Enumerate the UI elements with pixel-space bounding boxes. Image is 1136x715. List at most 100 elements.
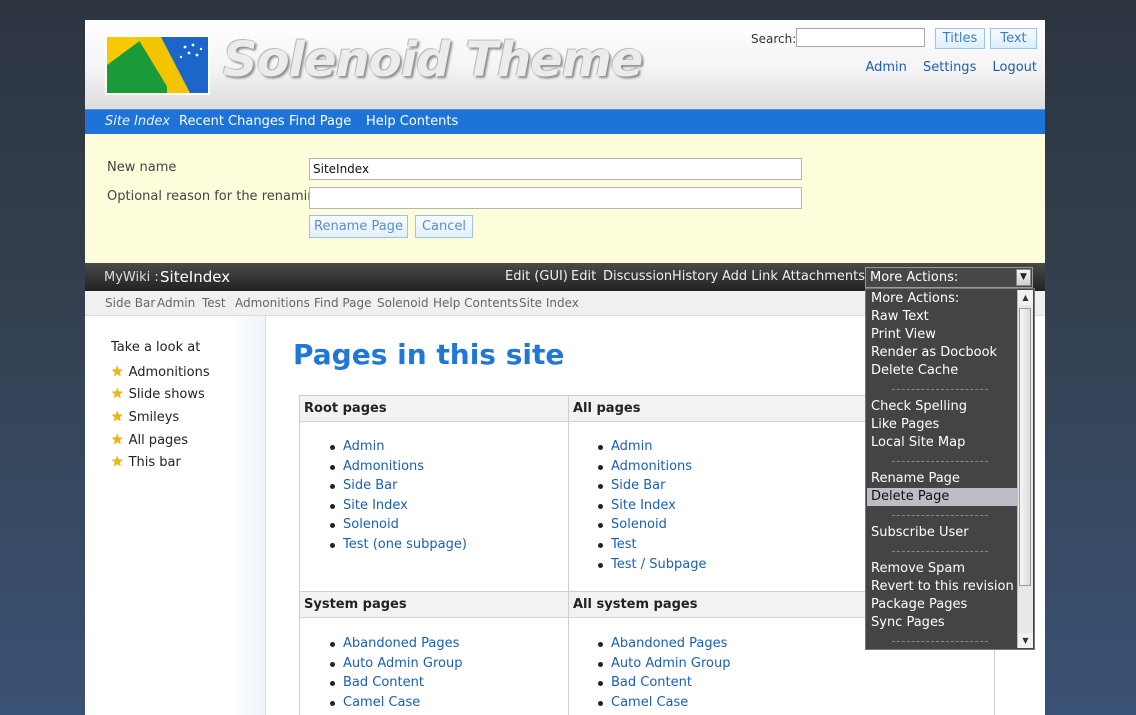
dropdown-option[interactable]: Subscribe User [867, 524, 1017, 542]
page-link[interactable]: Site Index [343, 498, 408, 513]
page-link[interactable]: Test (one subpage) [343, 537, 467, 552]
sidebar-item-all-pages[interactable]: ★ All pages [111, 432, 188, 448]
chevron-down-icon[interactable]: ▼ [1016, 269, 1031, 286]
star-icon: ★ [111, 386, 124, 402]
list-item[interactable]: Test (one subpage) [300, 537, 568, 557]
dropdown-option[interactable]: Check Spelling [867, 398, 1017, 416]
history-link[interactable]: History [672, 269, 718, 284]
admin-link[interactable]: Admin [865, 60, 906, 75]
reason-field[interactable] [309, 187, 802, 209]
dropdown-option[interactable]: Local Site Map [867, 434, 1017, 452]
add-link-link[interactable]: Add Link [722, 269, 778, 284]
discussion-link[interactable]: Discussion [603, 269, 672, 284]
scrollbar-thumb[interactable] [1019, 308, 1031, 586]
dropdown-option[interactable]: Revert to this revision [867, 578, 1017, 596]
dropdown-option[interactable]: Remove Spam [867, 560, 1017, 578]
dropdown-option[interactable]: Render as Docbook [867, 344, 1017, 362]
edit-gui-link[interactable]: Edit (GUI) [505, 269, 568, 284]
page-link[interactable]: Test [611, 537, 637, 552]
star-icon: ★ [111, 364, 124, 380]
trail-item[interactable]: Side Bar [105, 296, 155, 310]
main-navbar: Site Index Recent Changes Find Page Help… [85, 109, 1045, 135]
scroll-down-icon[interactable]: ▼ [1018, 633, 1033, 648]
page-link[interactable]: Side Bar [611, 478, 665, 493]
content-title: Pages in this site [293, 338, 565, 371]
sidebar-item-slide-shows[interactable]: ★ Slide shows [111, 386, 205, 402]
sidebar-heading: Take a look at [111, 340, 201, 355]
sidebar-item-admonitions[interactable]: ★ Admonitions [111, 364, 210, 380]
dropdown-option[interactable]: Raw Text [867, 308, 1017, 326]
search-label: Search: [751, 32, 797, 46]
dropdown-option[interactable]: Print View [867, 326, 1017, 344]
search-input[interactable] [796, 28, 925, 47]
trail-item[interactable]: Solenoid [377, 296, 429, 310]
site-logo-flag-icon[interactable] [105, 35, 210, 95]
dropdown-scrollbar[interactable]: ▲ ▼ [1017, 290, 1033, 648]
settings-link[interactable]: Settings [923, 60, 976, 75]
list-item[interactable]: Admonitions [300, 459, 568, 479]
dropdown-option-highlighted[interactable]: Delete Page [867, 488, 1017, 506]
system-pages-list: Abandoned Pages Auto Admin Group Bad Con… [300, 636, 568, 714]
trail-item[interactable]: Find Page [314, 296, 371, 310]
dropdown-option[interactable]: Delete Cache [867, 362, 1017, 380]
trail-item[interactable]: Help Contents [433, 296, 518, 310]
page-link[interactable]: Admin [343, 439, 384, 454]
page-link[interactable]: Solenoid [611, 517, 667, 532]
page-link[interactable]: Auto Admin Group [611, 656, 730, 671]
list-item[interactable]: Camel Case [568, 695, 988, 715]
page-link[interactable]: Bad Content [343, 675, 424, 690]
trail-item[interactable]: Site Index [519, 296, 579, 310]
nav-help-contents[interactable]: Help Contents [366, 114, 458, 129]
page-link[interactable]: Admonitions [611, 459, 692, 474]
list-item[interactable]: Side Bar [300, 478, 568, 498]
page-link[interactable]: Solenoid [343, 517, 399, 532]
nav-recent-changes[interactable]: Recent Changes [179, 114, 285, 129]
dropdown-option[interactable]: Rename Page [867, 470, 1017, 488]
dropdown-option[interactable]: Package Pages [867, 596, 1017, 614]
list-item[interactable]: Bad Content [300, 675, 568, 695]
trail-item[interactable]: Admin [157, 296, 195, 310]
page-link[interactable]: Test / Subpage [611, 557, 706, 572]
scroll-up-icon[interactable]: ▲ [1018, 290, 1033, 305]
list-item[interactable]: Abandoned Pages [300, 636, 568, 656]
page-link[interactable]: Bad Content [611, 675, 692, 690]
more-actions-select[interactable]: More Actions: ▼ [865, 267, 1033, 288]
sidebar-item-this-bar[interactable]: ★ This bar [111, 454, 181, 470]
search-text-button[interactable]: Text [990, 28, 1037, 49]
nav-find-page[interactable]: Find Page [289, 114, 351, 129]
page-link[interactable]: Camel Case [611, 695, 688, 710]
wiki-name-link[interactable]: MyWiki : [104, 270, 159, 285]
dropdown-option[interactable]: Like Pages [867, 416, 1017, 434]
list-item[interactable]: Bad Content [568, 675, 988, 695]
search-titles-button[interactable]: Titles [935, 28, 985, 49]
page-link[interactable]: Admonitions [343, 459, 424, 474]
trail-item[interactable]: Test [202, 296, 226, 310]
logout-link[interactable]: Logout [992, 60, 1037, 75]
page-link[interactable]: Side Bar [343, 478, 397, 493]
page-link[interactable]: Abandoned Pages [343, 636, 459, 651]
rename-page-button[interactable]: Rename Page [309, 215, 408, 238]
page-link[interactable]: Site Index [611, 498, 676, 513]
edit-link[interactable]: Edit [571, 269, 596, 284]
attachments-link[interactable]: Attachments [782, 269, 865, 284]
sidebar-item-smileys[interactable]: ★ Smileys [111, 409, 179, 425]
list-item[interactable]: Solenoid [300, 517, 568, 537]
trail-item[interactable]: Admonitions [235, 296, 310, 310]
dropdown-option[interactable]: Sync Pages [867, 614, 1017, 632]
nav-site-index[interactable]: Site Index [105, 114, 170, 129]
list-item[interactable]: Site Index [300, 498, 568, 518]
sidebar: Take a look at ★ Admonitions ★ Slide shows… [85, 316, 266, 715]
page-name[interactable]: SiteIndex [160, 268, 230, 286]
dropdown-option[interactable]: More Actions: [867, 290, 1017, 308]
page-link[interactable]: Camel Case [343, 695, 420, 710]
list-item[interactable]: Auto Admin Group [568, 656, 988, 676]
list-item[interactable]: Admin [300, 439, 568, 459]
cancel-button[interactable]: Cancel [415, 215, 473, 238]
list-item[interactable]: Auto Admin Group [300, 656, 568, 676]
page-link[interactable]: Auto Admin Group [343, 656, 462, 671]
rename-form: New name Optional reason for the renamin… [85, 134, 1045, 263]
new-name-field[interactable] [309, 158, 802, 180]
page-link[interactable]: Abandoned Pages [611, 636, 727, 651]
list-item[interactable]: Camel Case [300, 695, 568, 715]
page-link[interactable]: Admin [611, 439, 652, 454]
